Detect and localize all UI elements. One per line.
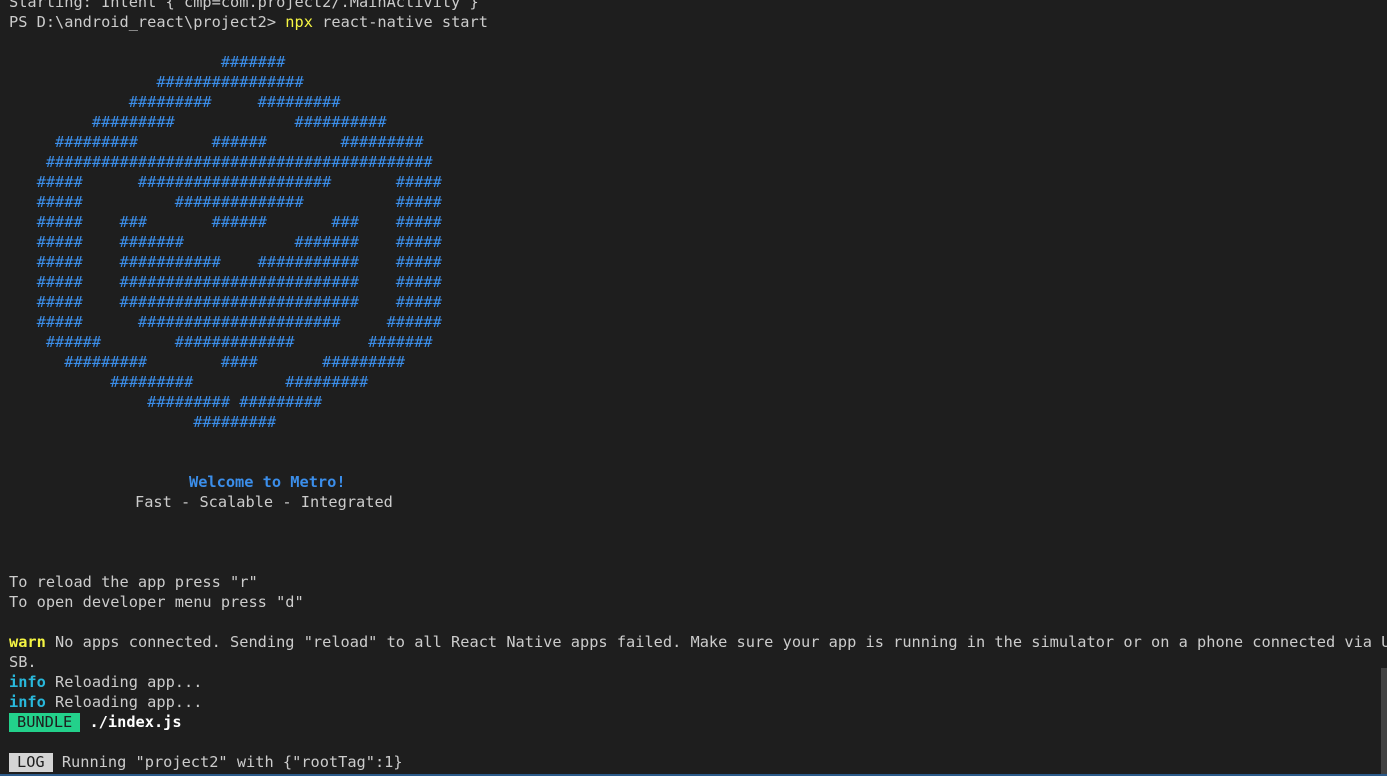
logo-art-line: #########: [9, 413, 277, 431]
shell-prompt: PS D:\android_react\project2>: [9, 13, 277, 31]
logo-art-line: ################: [9, 73, 304, 91]
log-line: LOG Running "project2" with {"rootTag":1…: [9, 752, 403, 772]
logo-art-line: ######### #########: [9, 393, 323, 411]
command-binary: npx: [285, 13, 313, 31]
bundle-log-line: BUNDLE ./index.js: [9, 712, 182, 732]
log-message: Running "project2" with {"rootTag":1}: [52, 753, 403, 771]
logo-art-line: ######### #### #########: [9, 353, 406, 371]
logo-art-line: ########################################…: [9, 153, 433, 171]
info-message: Reloading app...: [45, 693, 203, 711]
info-label: info: [9, 673, 46, 691]
vertical-scrollbar-thumb[interactable]: [1381, 668, 1387, 776]
bundle-file-name: index.js: [107, 713, 182, 731]
command-prompt-line: PS D:\android_react\project2> npx react-…: [9, 12, 488, 32]
developer-menu-hint: To open developer menu press "d": [9, 593, 304, 611]
bundle-badge: BUNDLE: [9, 713, 81, 732]
logo-art-line: ######### #########: [9, 93, 341, 111]
info-label: info: [9, 693, 46, 711]
log-badge: LOG: [9, 753, 53, 772]
logo-art-line: ######### ###### #########: [9, 133, 424, 151]
bundle-path-prefix: ./: [80, 713, 108, 731]
warn-log-line: warn No apps connected. Sending "reload"…: [9, 632, 1387, 652]
terminal-panel[interactable]: Starting: Intent { cmp=com.project2/.Mai…: [0, 0, 1387, 776]
logo-art-line: ##### ########################## #####: [9, 273, 442, 291]
info-log-line: info Reloading app...: [9, 692, 202, 712]
logo-art-line: ######### ##########: [9, 113, 387, 131]
logo-art-line: #######: [9, 53, 286, 71]
welcome-heading: Welcome to Metro!: [189, 473, 346, 491]
logo-art-line: ##### ########### ########### #####: [9, 253, 442, 271]
logo-art-line: ##### ########################## #####: [9, 293, 442, 311]
starting-intent-line: Starting: Intent { cmp=com.project2/.Mai…: [9, 0, 479, 11]
logo-art-line: ##### ###################### ######: [9, 313, 442, 331]
warn-label: warn: [9, 633, 46, 651]
logo-art-line: ##### ##################### #####: [9, 173, 442, 191]
logo-art-line: ##### ### ###### ### #####: [9, 213, 442, 231]
logo-art-line: ##### ####### ####### #####: [9, 233, 442, 251]
logo-art-line: ######### #########: [9, 373, 369, 391]
warn-message: No apps connected. Sending "reload" to a…: [45, 633, 1387, 651]
warn-log-line-wrap: SB.: [9, 653, 37, 671]
logo-art-line: ###### ############# #######: [9, 333, 433, 351]
command-arguments: react-native start: [322, 13, 488, 31]
logo-art-line: ##### ############## #####: [9, 193, 442, 211]
metro-tagline: Fast - Scalable - Integrated: [135, 493, 393, 511]
info-log-line: info Reloading app...: [9, 672, 202, 692]
reload-hint: To reload the app press "r": [9, 573, 258, 591]
info-message: Reloading app...: [45, 673, 203, 691]
